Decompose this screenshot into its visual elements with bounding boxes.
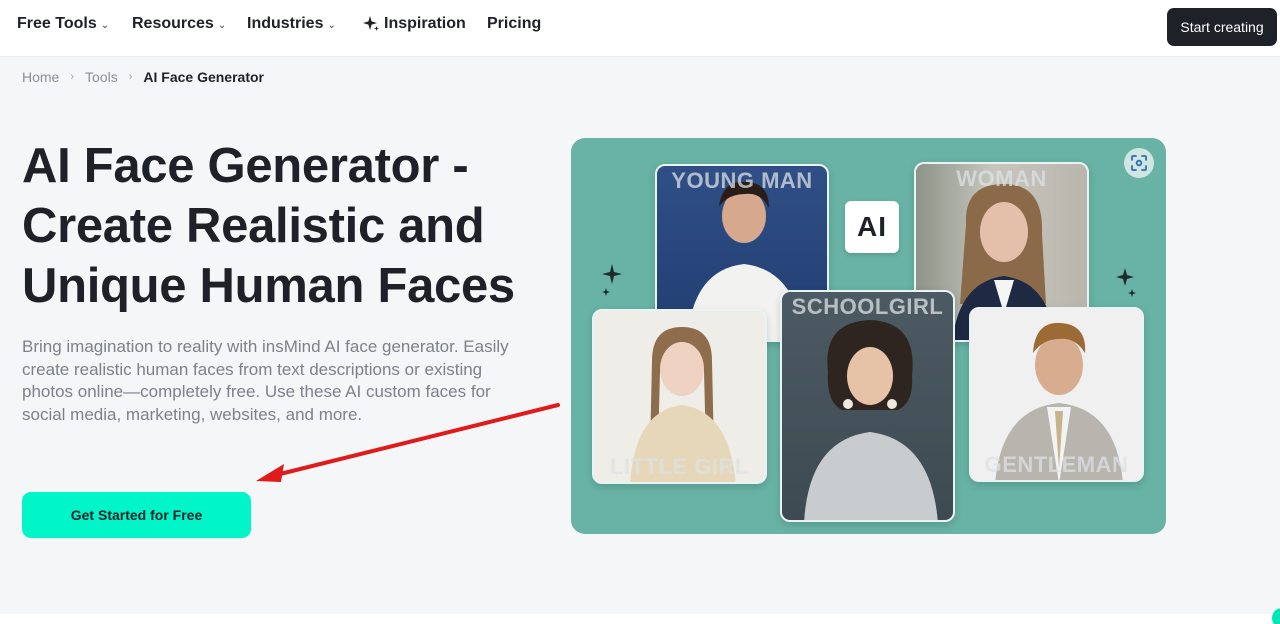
next-section xyxy=(0,614,1280,624)
face-card-schoolgirl: SCHOOLGIRL xyxy=(780,290,955,522)
card-label: WOMAN xyxy=(956,166,1047,191)
card-label: YOUNG MAN xyxy=(671,168,813,193)
sparkle-icon xyxy=(1116,268,1136,297)
get-started-button[interactable]: Get Started for Free xyxy=(22,492,251,538)
nav-pricing[interactable]: Pricing xyxy=(487,15,541,33)
breadcrumb-tools[interactable]: Tools xyxy=(85,69,118,85)
chevron-down-icon: ⌄ xyxy=(217,19,227,31)
scan-button[interactable] xyxy=(1124,148,1154,178)
person-icon xyxy=(804,320,938,520)
top-navigation: Free Tools ⌄ Resources ⌄ Industries ⌄ In… xyxy=(0,0,1280,57)
nav-inspiration-label: Inspiration xyxy=(384,15,466,32)
breadcrumb-home[interactable]: Home xyxy=(22,69,59,85)
page-title: AI Face Generator - Create Realistic and… xyxy=(22,139,515,313)
showcase-image: YOUNG MAN WOMAN AI LITTLE GIRL SCHOOLGIR… xyxy=(571,138,1166,534)
ai-badge-text: AI xyxy=(857,211,887,242)
sparkle-icon xyxy=(602,264,622,296)
breadcrumb: Home › Tools › AI Face Generator xyxy=(22,69,264,85)
breadcrumb-current: AI Face Generator xyxy=(143,69,264,85)
ai-badge: AI xyxy=(845,201,899,253)
breadcrumb-separator-icon: › xyxy=(128,71,133,83)
hero-description: Bring imagination to reality with insMin… xyxy=(22,337,509,424)
nav-industries-label: Industries xyxy=(247,15,324,32)
chevron-down-icon: ⌄ xyxy=(100,19,110,31)
chevron-down-icon: ⌄ xyxy=(327,19,336,31)
nav-free-tools-label: Free Tools xyxy=(17,15,97,32)
scan-icon xyxy=(1131,155,1147,171)
start-creating-button[interactable]: Start creating xyxy=(1167,8,1277,46)
nav-resources[interactable]: Resources ⌄ xyxy=(132,15,226,33)
breadcrumb-separator-icon: › xyxy=(70,71,75,83)
nav-pricing-label: Pricing xyxy=(487,15,542,32)
face-card-gentleman: GENTLEMAN xyxy=(969,307,1144,482)
face-card-little-girl: LITTLE GIRL xyxy=(592,309,767,484)
card-label: SCHOOLGIRL xyxy=(791,294,944,319)
sparkle-icon xyxy=(362,15,380,33)
nav-free-tools[interactable]: Free Tools ⌄ xyxy=(17,15,109,33)
floating-chat-button[interactable] xyxy=(1272,608,1280,624)
nav-inspiration[interactable]: Inspiration xyxy=(362,15,466,33)
card-label: LITTLE GIRL xyxy=(610,454,749,479)
card-label: GENTLEMAN xyxy=(984,452,1129,477)
nav-industries[interactable]: Industries ⌄ xyxy=(247,15,336,33)
nav-resources-label: Resources xyxy=(132,15,214,32)
